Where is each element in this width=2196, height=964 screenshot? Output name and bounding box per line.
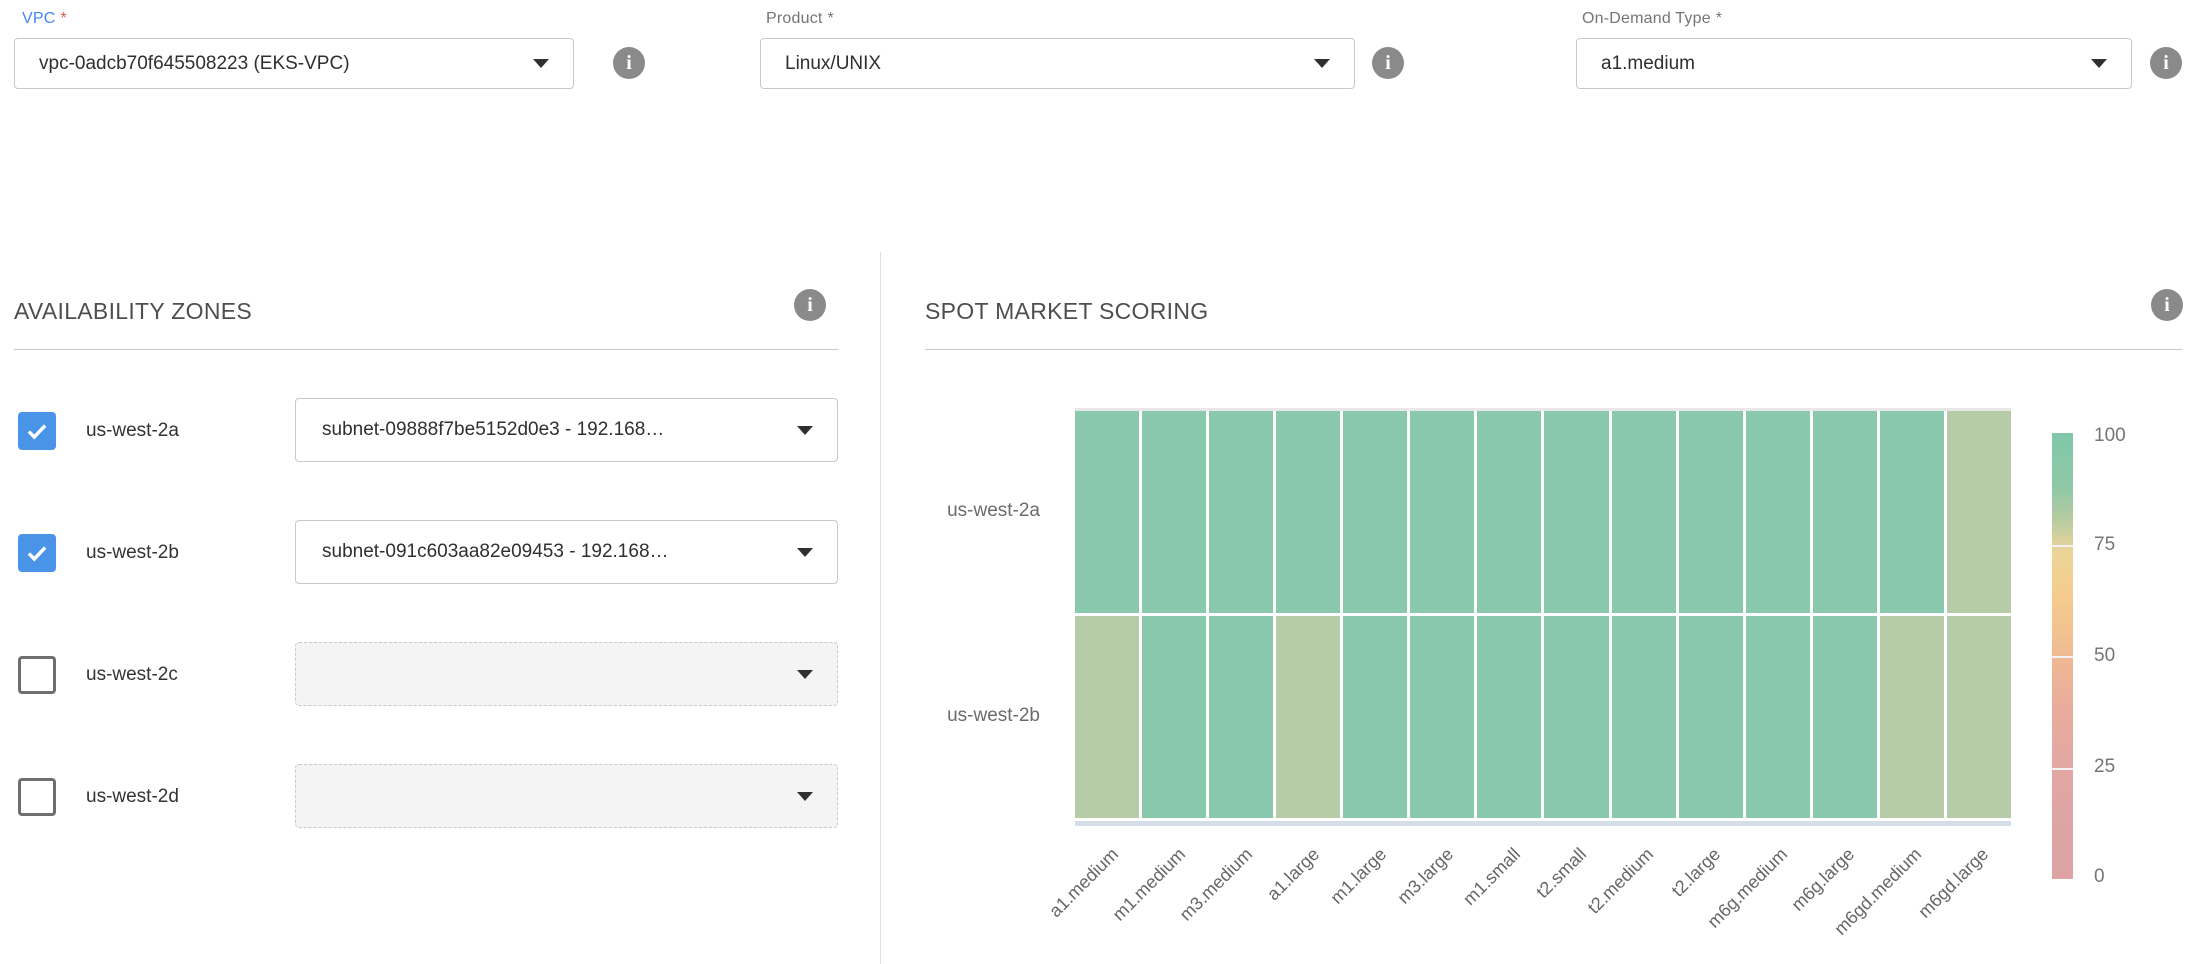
heatmap-cell-us-west-2b-m1.large xyxy=(1343,616,1407,818)
heatmap-cell-us-west-2a-a1.large xyxy=(1276,411,1340,613)
heatmap-xlabel-m6g.large: m6g.large xyxy=(1787,844,1858,915)
spot-market-scoring-title: SPOT MARKET SCORING xyxy=(925,298,1208,325)
heatmap-cell-us-west-2a-m6gd.large xyxy=(1947,411,2011,613)
heatmap-ylabel-us-west-2b: us-west-2b xyxy=(860,705,1040,727)
az-checkbox-us-west-2b[interactable] xyxy=(18,534,56,572)
heatmap-cell-us-west-2b-m3.large xyxy=(1410,616,1474,818)
colorbar-label-25: 25 xyxy=(2094,756,2115,778)
colorbar-tick-25 xyxy=(2052,768,2073,770)
colorbar-tick-75 xyxy=(2052,545,2073,547)
heatmap-xlabel-m6gd.large: m6gd.large xyxy=(1914,844,1993,923)
heatmap-xlabel-a1.large: a1.large xyxy=(1263,844,1324,905)
checkmark-icon xyxy=(24,418,50,444)
colorbar-label-100: 100 xyxy=(2094,425,2126,447)
subnet-select-value: subnet-09888f7be5152d0e3 - 192.168… xyxy=(322,419,785,441)
heatmap-grid xyxy=(1075,411,2011,818)
heatmap-cell-us-west-2a-m1.medium xyxy=(1142,411,1206,613)
az-zone-label: us-west-2a xyxy=(86,420,179,442)
colorbar-label-50: 50 xyxy=(2094,645,2115,667)
heatmap-cell-us-west-2a-m6gd.medium xyxy=(1880,411,1944,613)
on-demand-type-info-icon[interactable]: i xyxy=(2150,47,2182,79)
on-demand-type-select[interactable]: a1.medium xyxy=(1576,38,2132,89)
az-subnet-select-us-west-2d[interactable] xyxy=(295,764,838,828)
heatmap-cell-us-west-2b-t2.large xyxy=(1679,616,1743,818)
heatmap-xlabel-m1.small: m1.small xyxy=(1459,844,1525,910)
az-subnet-select-us-west-2a[interactable]: subnet-09888f7be5152d0e3 - 192.168… xyxy=(295,398,838,462)
spot-market-scoring-divider xyxy=(925,349,2182,350)
heatmap-cell-us-west-2b-t2.small xyxy=(1544,616,1608,818)
subnet-select-value: subnet-091c603aa82e09453 - 192.168… xyxy=(322,541,785,563)
vpc-select[interactable]: vpc-0adcb70f645508223 (EKS-VPC) xyxy=(14,38,574,89)
product-select-value: Linux/UNIX xyxy=(785,53,1302,75)
heatmap-cell-us-west-2b-m6g.medium xyxy=(1746,616,1810,818)
heatmap-cell-us-west-2b-t2.medium xyxy=(1612,616,1676,818)
az-subnet-select-us-west-2b[interactable]: subnet-091c603aa82e09453 - 192.168… xyxy=(295,520,838,584)
heatmap-cell-us-west-2a-m6g.large xyxy=(1813,411,1877,613)
heatmap-colorbar xyxy=(2052,433,2073,879)
az-zone-label: us-west-2b xyxy=(86,542,179,564)
availability-zones-divider xyxy=(14,349,838,350)
chevron-down-icon xyxy=(2091,59,2107,68)
availability-zones-title: AVAILABILITY ZONES xyxy=(14,298,252,325)
heatmap-cell-us-west-2b-m6gd.large xyxy=(1947,616,2011,818)
chevron-down-icon xyxy=(797,792,813,801)
heatmap-cell-us-west-2a-t2.small xyxy=(1544,411,1608,613)
heatmap-xlabel-m3.large: m3.large xyxy=(1393,844,1457,908)
heatmap-bottom-border xyxy=(1075,821,2011,826)
heatmap-plot-area xyxy=(1075,408,2011,826)
colorbar-tick-50 xyxy=(2052,656,2073,658)
chevron-down-icon xyxy=(797,670,813,679)
heatmap-xlabel-m1.large: m1.large xyxy=(1326,844,1390,908)
heatmap-xlabel-t2.large: t2.large xyxy=(1668,844,1725,901)
colorbar-label-0: 0 xyxy=(2094,866,2105,888)
required-marker: * xyxy=(61,10,67,27)
heatmap-cell-us-west-2b-m1.small xyxy=(1477,616,1541,818)
chevron-down-icon xyxy=(797,426,813,435)
product-label: Product* xyxy=(766,10,834,28)
chevron-down-icon xyxy=(797,548,813,557)
checkmark-icon xyxy=(24,540,50,566)
chevron-down-icon xyxy=(1314,59,1330,68)
colorbar-label-75: 75 xyxy=(2094,534,2115,556)
heatmap-cell-us-west-2a-m1.small xyxy=(1477,411,1541,613)
chevron-down-icon xyxy=(533,59,549,68)
az-zone-label: us-west-2d xyxy=(86,786,179,808)
heatmap-cell-us-west-2b-m6gd.medium xyxy=(1880,616,1944,818)
az-subnet-select-us-west-2c[interactable] xyxy=(295,642,838,706)
az-zone-label: us-west-2c xyxy=(86,664,178,686)
on-demand-type-select-value: a1.medium xyxy=(1601,53,2079,75)
spot-market-scoring-info-icon[interactable]: i xyxy=(2151,289,2183,321)
heatmap-cell-us-west-2b-m6g.large xyxy=(1813,616,1877,818)
heatmap-cell-us-west-2b-m1.medium xyxy=(1142,616,1206,818)
required-marker: * xyxy=(828,10,834,27)
panel-vertical-divider xyxy=(880,252,881,964)
heatmap-cell-us-west-2a-t2.large xyxy=(1679,411,1743,613)
heatmap-ylabel-us-west-2a: us-west-2a xyxy=(860,500,1040,522)
az-checkbox-us-west-2d[interactable] xyxy=(18,778,56,816)
availability-zones-info-icon[interactable]: i xyxy=(794,289,826,321)
product-select[interactable]: Linux/UNIX xyxy=(760,38,1355,89)
vpc-select-value: vpc-0adcb70f645508223 (EKS-VPC) xyxy=(39,53,521,75)
heatmap-cell-us-west-2a-t2.medium xyxy=(1612,411,1676,613)
heatmap-cell-us-west-2b-m3.medium xyxy=(1209,616,1273,818)
heatmap-cell-us-west-2b-a1.large xyxy=(1276,616,1340,818)
on-demand-type-label: On-Demand Type* xyxy=(1582,10,1722,28)
az-checkbox-us-west-2c[interactable] xyxy=(18,656,56,694)
heatmap-xlabel-t2.small: t2.small xyxy=(1533,844,1592,903)
heatmap-cell-us-west-2a-m3.medium xyxy=(1209,411,1273,613)
heatmap-cell-us-west-2a-m6g.medium xyxy=(1746,411,1810,613)
required-marker: * xyxy=(1716,10,1722,27)
heatmap-cell-us-west-2a-m3.large xyxy=(1410,411,1474,613)
product-info-icon[interactable]: i xyxy=(1372,47,1404,79)
az-checkbox-us-west-2a[interactable] xyxy=(18,412,56,450)
heatmap-cell-us-west-2b-a1.medium xyxy=(1075,616,1139,818)
heatmap-cell-us-west-2a-a1.medium xyxy=(1075,411,1139,613)
heatmap-cell-us-west-2a-m1.large xyxy=(1343,411,1407,613)
vpc-info-icon[interactable]: i xyxy=(613,47,645,79)
vpc-label: VPC* xyxy=(22,10,67,28)
heatmap-xlabel-t2.medium: t2.medium xyxy=(1584,844,1658,918)
